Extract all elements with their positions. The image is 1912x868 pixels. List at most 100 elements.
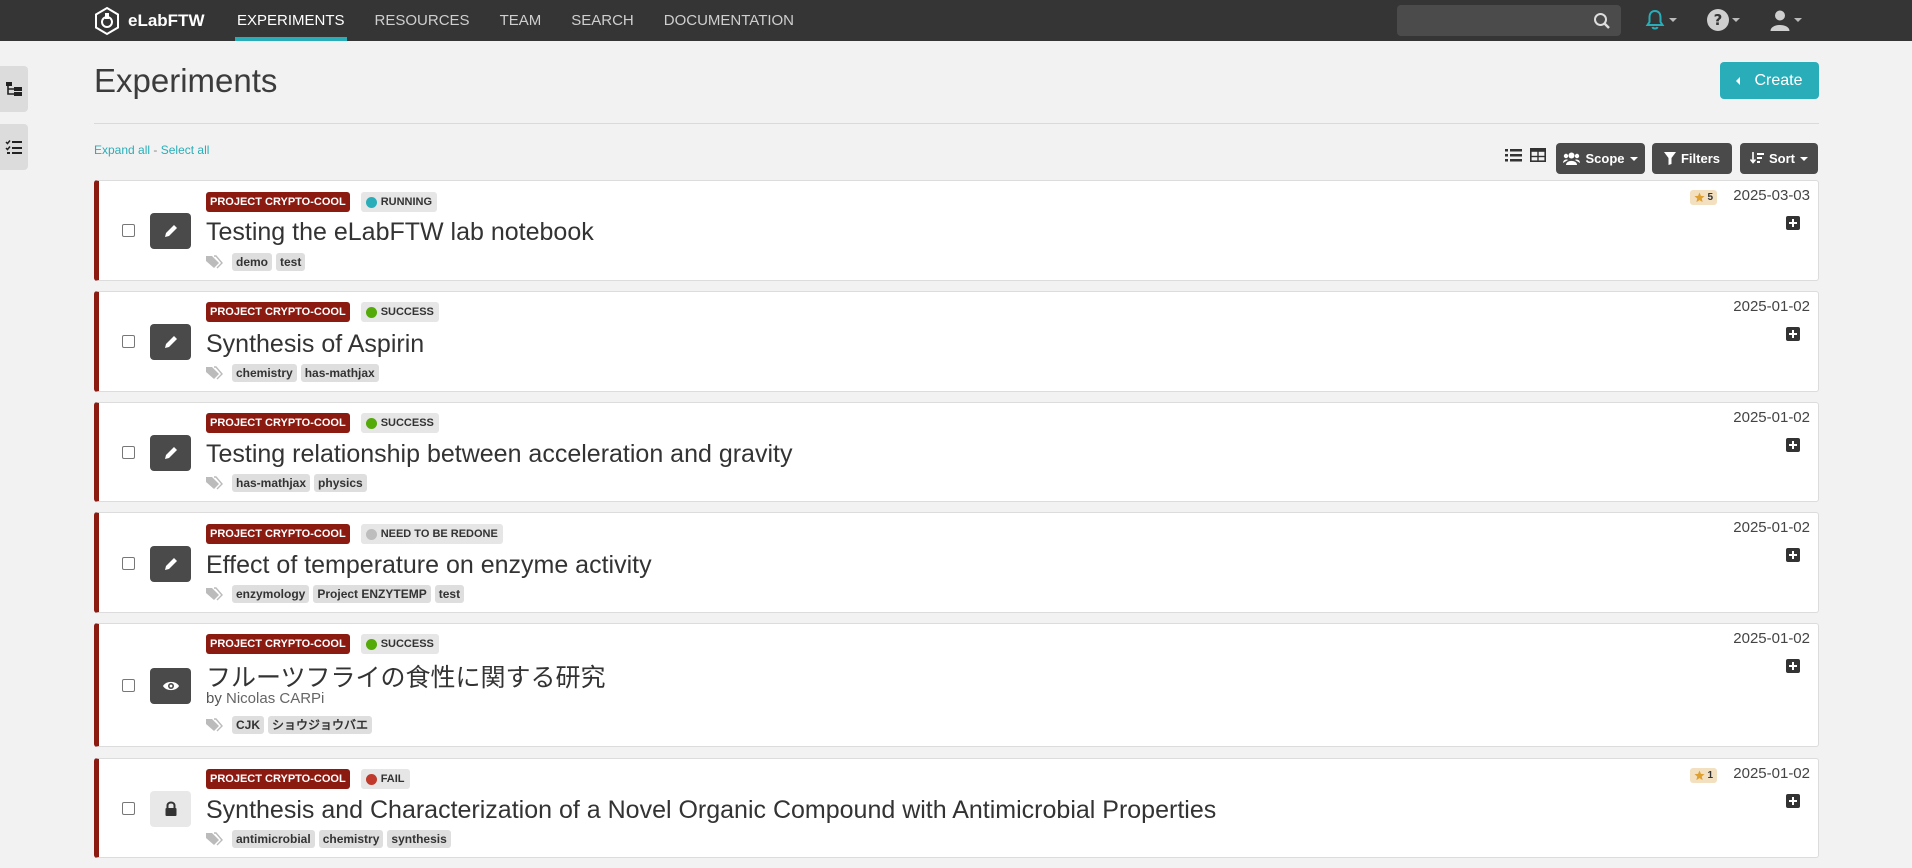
star-icon bbox=[1694, 192, 1705, 203]
pencil-icon bbox=[164, 558, 177, 570]
select-checkbox[interactable] bbox=[122, 557, 135, 570]
view-button[interactable] bbox=[150, 668, 191, 704]
help-dropdown[interactable]: ? bbox=[1706, 6, 1740, 34]
tag[interactable]: antimicrobial bbox=[232, 830, 315, 848]
experiment-title[interactable]: Effect of temperature on enzyme activity bbox=[206, 551, 652, 580]
expand-button[interactable] bbox=[1786, 548, 1800, 562]
select-checkbox[interactable] bbox=[122, 446, 135, 459]
select-checkbox[interactable] bbox=[122, 802, 135, 815]
notifications-dropdown[interactable] bbox=[1643, 6, 1677, 34]
experiment-row[interactable]: PROJECT CRYPTO-COOL SUCCESS フルーツフライの食性に関… bbox=[94, 623, 1819, 747]
select-all-link[interactable]: Select all bbox=[161, 143, 210, 157]
edit-button[interactable] bbox=[150, 213, 191, 249]
select-checkbox[interactable] bbox=[122, 224, 135, 237]
experiment-row[interactable]: PROJECT CRYPTO-COOL FAIL Synthesis and C… bbox=[94, 758, 1819, 858]
nav-documentation[interactable]: DOCUMENTATION bbox=[649, 0, 809, 41]
nav-experiments[interactable]: EXPERIMENTS bbox=[222, 0, 360, 41]
edit-button[interactable] bbox=[150, 435, 191, 471]
bell-icon bbox=[1645, 9, 1665, 30]
top-navbar: eLabFTW EXPERIMENTS RESOURCES TEAM SEARC… bbox=[0, 0, 1912, 41]
experiment-title[interactable]: Synthesis of Aspirin bbox=[206, 330, 424, 359]
experiment-date: 2025-01-02 bbox=[1733, 298, 1810, 315]
expand-button[interactable] bbox=[1786, 216, 1800, 230]
category-badge[interactable]: PROJECT CRYPTO-COOL bbox=[206, 302, 350, 322]
status-label: RUNNING bbox=[380, 196, 433, 208]
expand-button[interactable] bbox=[1786, 438, 1800, 452]
status-badge[interactable]: SUCCESS bbox=[360, 302, 439, 322]
filters-button[interactable]: Filters bbox=[1652, 143, 1732, 174]
tag[interactable]: chemistry bbox=[318, 830, 384, 848]
category-badge[interactable]: PROJECT CRYPTO-COOL bbox=[206, 192, 350, 212]
nav-search[interactable]: SEARCH bbox=[556, 0, 649, 41]
user-dropdown[interactable] bbox=[1768, 6, 1802, 34]
user-icon bbox=[1770, 10, 1790, 31]
select-checkbox[interactable] bbox=[122, 679, 135, 692]
category-badge[interactable]: PROJECT CRYPTO-COOL bbox=[206, 634, 350, 654]
tag[interactable]: Project ENZYTEMP bbox=[313, 585, 431, 603]
status-badge[interactable]: FAIL bbox=[360, 769, 410, 789]
tag[interactable]: test bbox=[434, 585, 465, 603]
experiment-date: 2025-03-03 bbox=[1733, 187, 1810, 204]
category-badge[interactable]: PROJECT CRYPTO-COOL bbox=[206, 524, 350, 544]
status-badge[interactable]: RUNNING bbox=[360, 192, 438, 212]
status-label: SUCCESS bbox=[380, 306, 434, 318]
rating-value: 5 bbox=[1707, 192, 1713, 203]
tag[interactable]: enzymology bbox=[232, 585, 310, 603]
tag[interactable]: test bbox=[276, 253, 306, 271]
sort-button[interactable]: Sort bbox=[1740, 143, 1818, 174]
tag[interactable]: physics bbox=[314, 474, 367, 492]
tag[interactable]: ショウジョウバエ bbox=[268, 716, 373, 734]
category-badge[interactable]: PROJECT CRYPTO-COOL bbox=[206, 413, 350, 433]
experiment-row[interactable]: PROJECT CRYPTO-COOL NEED TO BE REDONE Ef… bbox=[94, 512, 1819, 613]
experiment-title[interactable]: Synthesis and Characterization of a Nove… bbox=[206, 796, 1216, 825]
app-name: eLabFTW bbox=[128, 10, 205, 30]
experiment-row[interactable]: PROJECT CRYPTO-COOL SUCCESS Testing rela… bbox=[94, 402, 1819, 502]
experiment-title[interactable]: Testing relationship between acceleratio… bbox=[206, 440, 792, 469]
app-logo[interactable]: eLabFTW bbox=[92, 6, 205, 35]
edit-button[interactable] bbox=[150, 546, 191, 582]
status-label: NEED TO BE REDONE bbox=[380, 528, 498, 540]
nav-resources[interactable]: RESOURCES bbox=[360, 0, 485, 41]
tag[interactable]: has-mathjax bbox=[300, 364, 379, 382]
tag[interactable]: demo bbox=[232, 253, 273, 271]
tree-view-toggle[interactable] bbox=[0, 66, 28, 112]
main-nav: EXPERIMENTS RESOURCES TEAM SEARCH DOCUME… bbox=[222, 0, 809, 41]
experiment-title[interactable]: Testing the eLabFTW lab notebook bbox=[206, 218, 594, 247]
nav-team[interactable]: TEAM bbox=[485, 0, 557, 41]
expand-button[interactable] bbox=[1786, 327, 1800, 341]
expand-select-links: Expand all - Select all bbox=[94, 143, 209, 157]
plus-icon bbox=[1789, 551, 1797, 559]
search-icon[interactable] bbox=[1593, 12, 1611, 30]
status-badge[interactable]: SUCCESS bbox=[360, 413, 439, 433]
edit-button[interactable] bbox=[150, 324, 191, 360]
tag-list: chemistry has-mathjax bbox=[206, 364, 379, 382]
status-badge[interactable]: NEED TO BE REDONE bbox=[360, 524, 503, 544]
tag-list: enzymology Project ENZYTEMP test bbox=[206, 585, 465, 603]
experiment-title[interactable]: フルーツフライの食性に関する研究 bbox=[206, 658, 606, 694]
author-name[interactable]: Nicolas CARPi bbox=[226, 690, 324, 707]
todo-list-toggle[interactable] bbox=[0, 124, 28, 170]
select-checkbox[interactable] bbox=[122, 335, 135, 348]
plus-icon bbox=[1789, 330, 1797, 338]
tag[interactable]: has-mathjax bbox=[232, 474, 311, 492]
experiment-row[interactable]: PROJECT CRYPTO-COOL SUCCESS Synthesis of… bbox=[94, 291, 1819, 392]
expand-all-link[interactable]: Expand all bbox=[94, 143, 150, 157]
table-view-icon[interactable] bbox=[1530, 148, 1546, 162]
search-input[interactable] bbox=[1397, 5, 1587, 36]
experiment-badges: PROJECT CRYPTO-COOL NEED TO BE REDONE bbox=[206, 524, 503, 544]
create-button[interactable]: Create bbox=[1720, 62, 1819, 99]
tag[interactable]: synthesis bbox=[387, 830, 451, 848]
list-view-icon[interactable] bbox=[1505, 148, 1522, 162]
status-badge[interactable]: SUCCESS bbox=[360, 634, 439, 654]
expand-button[interactable] bbox=[1786, 794, 1800, 808]
tag[interactable]: chemistry bbox=[232, 364, 297, 382]
tag[interactable]: CJK bbox=[232, 716, 265, 734]
tag-list: CJK ショウジョウバエ bbox=[206, 716, 373, 734]
tags-icon bbox=[206, 255, 223, 269]
category-badge[interactable]: PROJECT CRYPTO-COOL bbox=[206, 769, 350, 789]
scope-button[interactable]: Scope bbox=[1556, 143, 1645, 174]
experiment-row[interactable]: PROJECT CRYPTO-COOL RUNNING Testing the … bbox=[94, 180, 1819, 281]
star-icon bbox=[1694, 770, 1705, 781]
expand-button[interactable] bbox=[1786, 659, 1800, 673]
experiment-badges: PROJECT CRYPTO-COOL FAIL bbox=[206, 769, 410, 789]
